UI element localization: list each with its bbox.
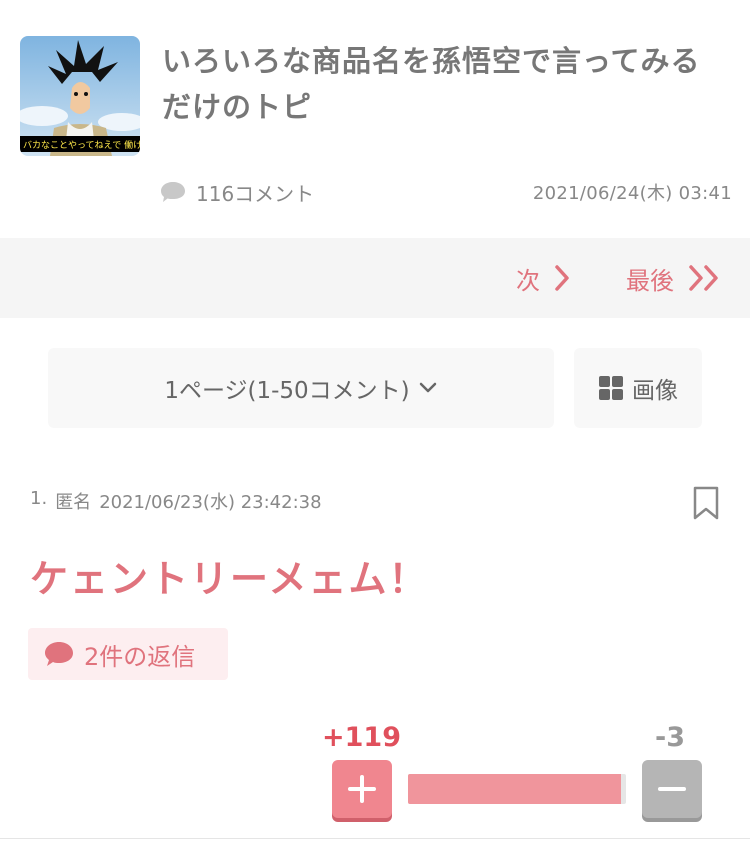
page-select-dropdown[interactable]: 1ページ(1-50コメント) (48, 348, 554, 428)
vote-ratio-fill (408, 774, 621, 804)
topic-meta: 116コメント 2021/06/24(木) 03:41 (160, 176, 732, 208)
minus-icon (658, 787, 686, 791)
goku-thumbnail-image: バカなことやってねえで 働け (20, 36, 140, 156)
minus-vote-count: -3 (655, 722, 685, 753)
comment-meta: 1. 匿名 2021/06/23(水) 23:42:38 (30, 488, 322, 514)
pager-bar: 次 最後 (0, 238, 750, 318)
comment-body: ケェントリーメェム！ (30, 557, 429, 601)
last-page-label: 最後 (626, 266, 674, 295)
chevron-down-icon (419, 382, 436, 393)
divider (0, 838, 750, 839)
vote-ratio-bar (408, 774, 626, 804)
comment-count[interactable]: 116コメント (160, 178, 314, 207)
replies-label: 2件の返信 (84, 642, 196, 671)
comment-number[interactable]: 1. (30, 488, 47, 514)
plus-icon (348, 775, 376, 803)
comment-datetime: 2021/06/23(水) 23:42:38 (99, 492, 322, 513)
chevron-right-icon (555, 265, 569, 291)
replies-button[interactable]: 2件の返信 (28, 628, 228, 680)
bookmark-icon (693, 486, 719, 520)
comment-count-label: 116コメント (196, 181, 315, 206)
topic-date: 2021/06/24(木) 03:41 (532, 183, 732, 204)
next-page-label: 次 (516, 266, 540, 295)
grid-icon (599, 376, 623, 400)
plus-vote-button[interactable] (332, 760, 392, 818)
plus-vote-count: +119 (322, 722, 401, 753)
image-view-button[interactable]: 画像 (574, 348, 702, 428)
comment-author: 匿名 (55, 492, 92, 513)
topic-title: いろいろな商品名を孫悟空で言ってみるだけのトピ (162, 44, 701, 124)
bookmark-button[interactable] (693, 486, 719, 520)
image-view-label: 画像 (632, 378, 678, 404)
comment-bubble-icon (45, 642, 73, 666)
thumbnail-subtitle: バカなことやってねえで 働け (23, 139, 140, 151)
next-page-link[interactable]: 次 (516, 238, 570, 318)
topic-thumbnail[interactable]: バカなことやってねえで 働け (20, 36, 140, 156)
comment-bubble-icon (161, 182, 185, 202)
double-chevron-right-icon (689, 265, 718, 291)
minus-vote-button[interactable] (642, 760, 702, 818)
page-select-label: 1ページ(1-50コメント) (164, 378, 410, 404)
last-page-link[interactable]: 最後 (626, 238, 722, 318)
